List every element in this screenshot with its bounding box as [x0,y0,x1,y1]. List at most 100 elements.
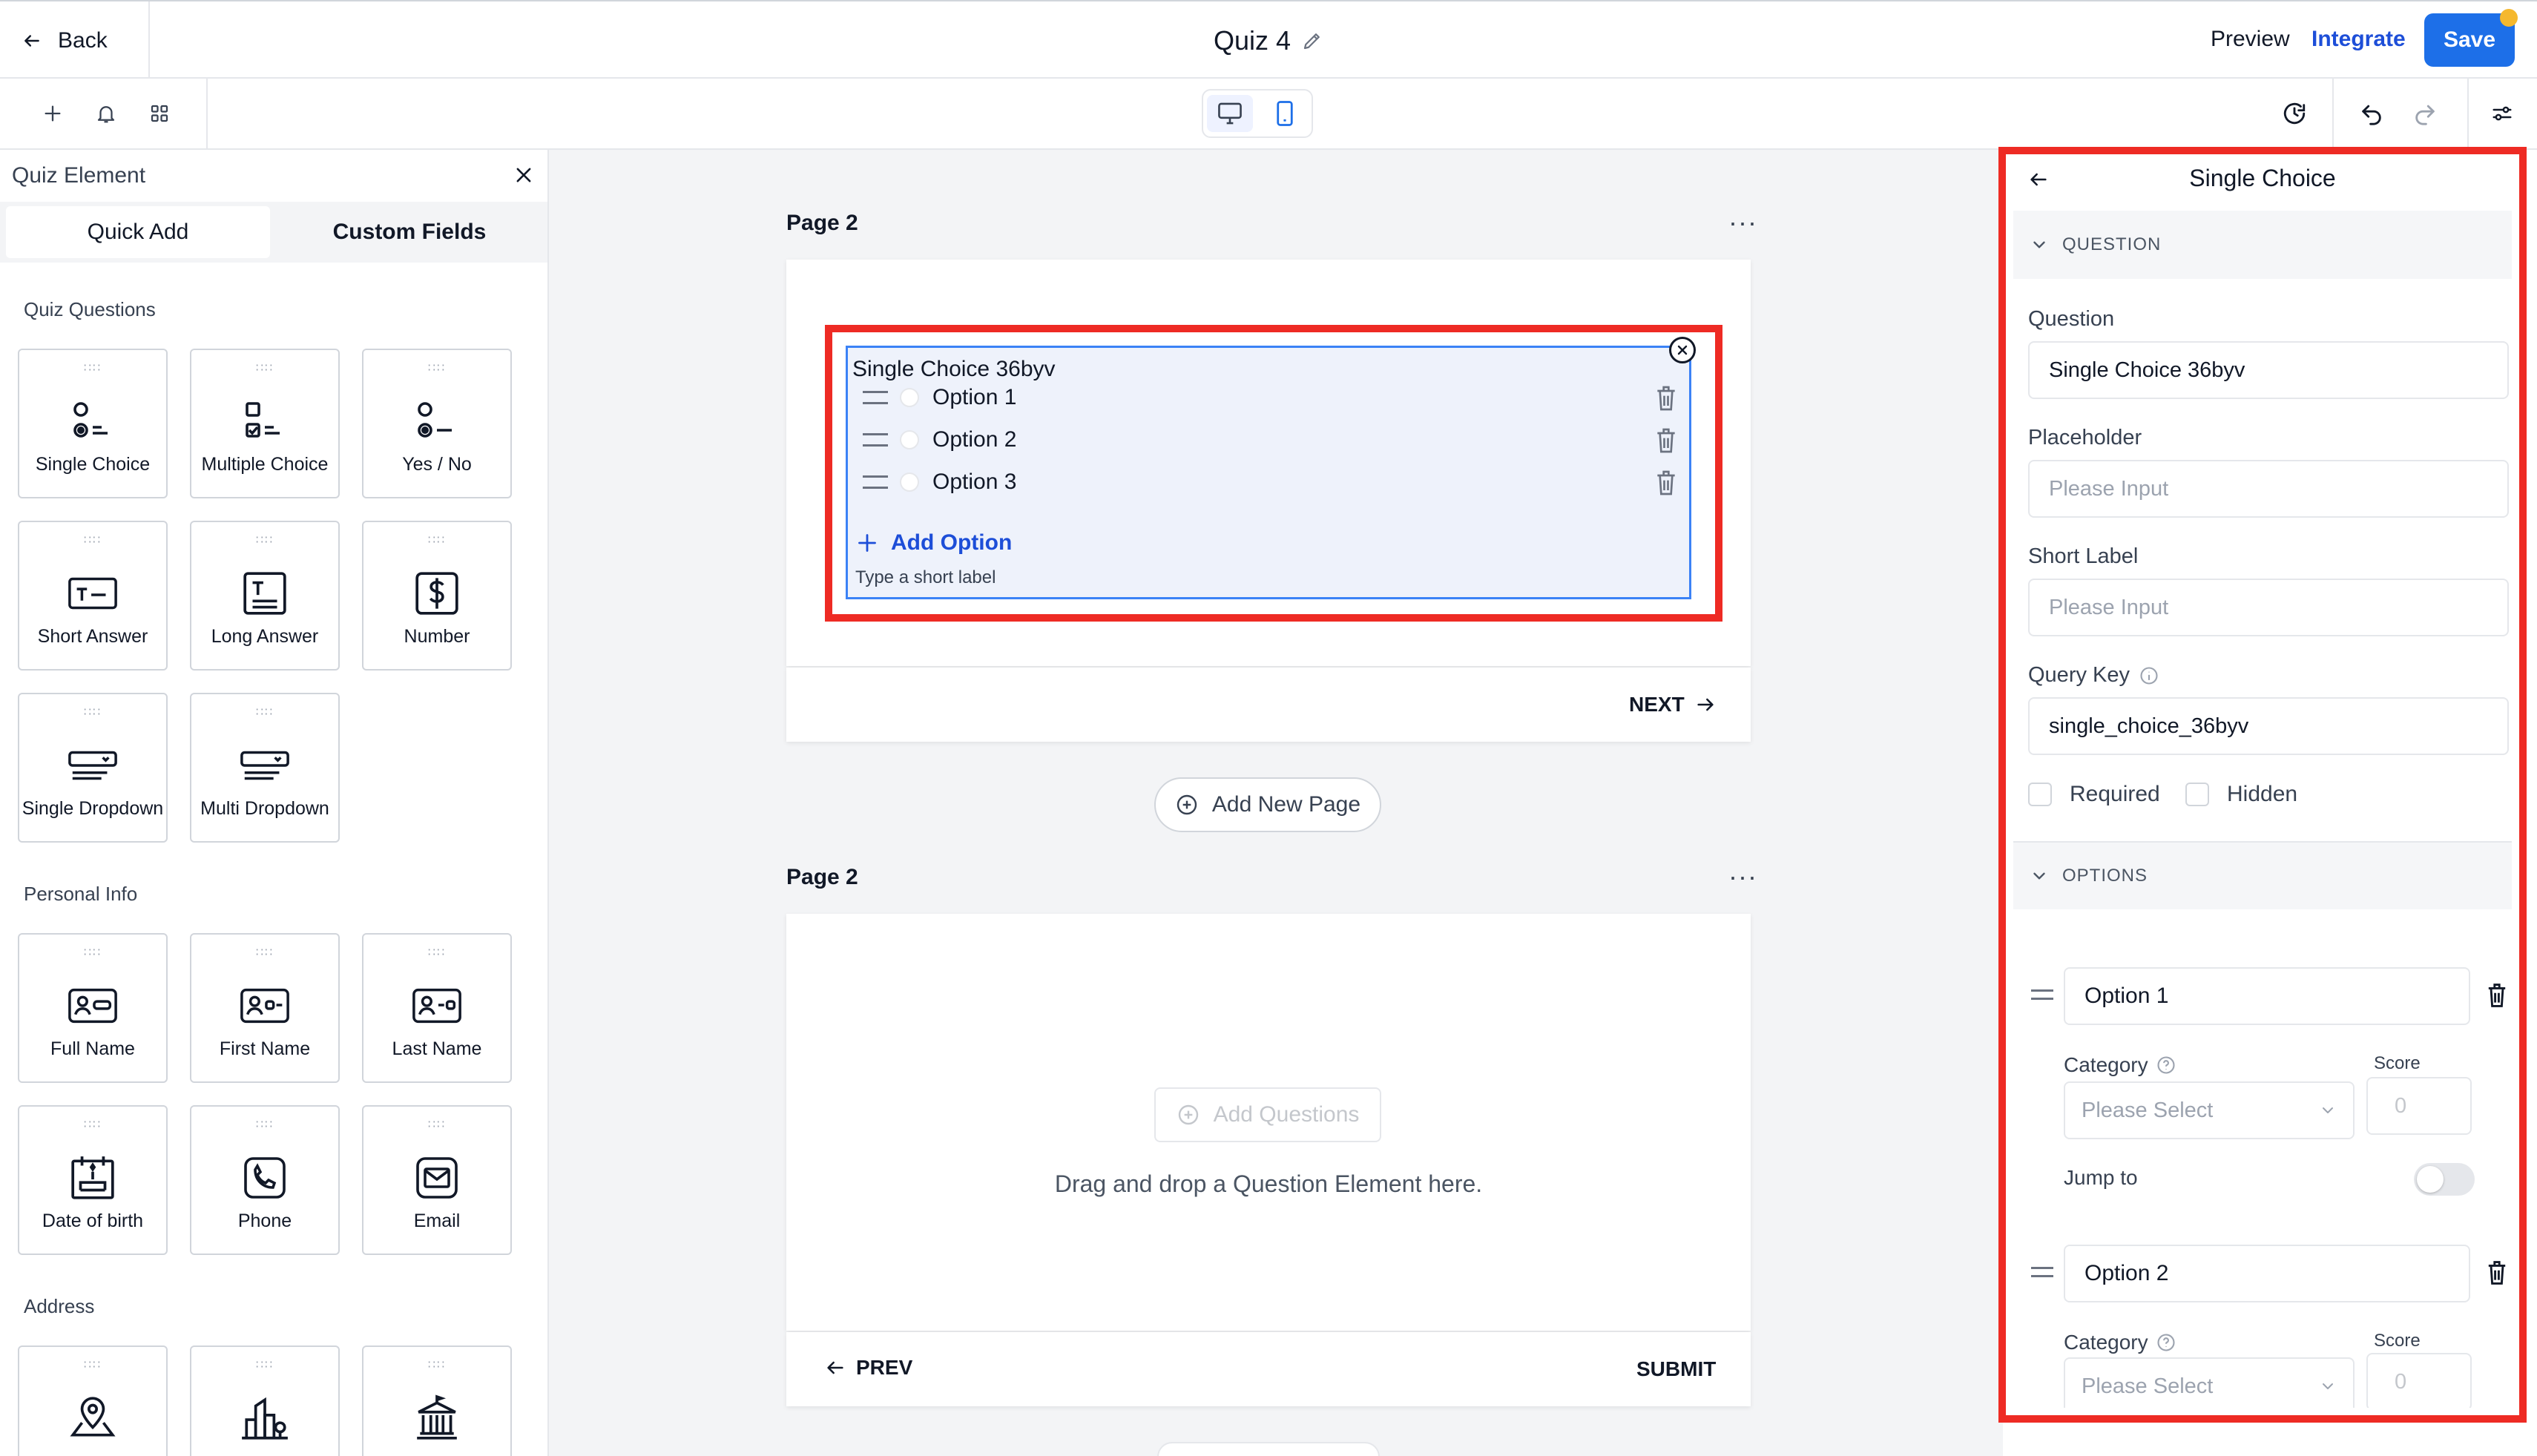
category-select[interactable]: Please Select [2064,1357,2355,1408]
close-icon[interactable] [1669,337,1696,363]
drag-handle-icon[interactable] [2031,1267,2053,1277]
drag-grip-icon: ∷∷ [255,1119,274,1131]
element-full-name[interactable]: ∷∷ Full Name [18,933,168,1083]
trash-icon[interactable] [1654,383,1679,413]
tab-quick-add[interactable]: Quick Add [6,206,270,258]
options-section-toggle[interactable]: OPTIONS [2013,841,2512,909]
question-block[interactable]: Single Choice 36byv Option 1 Option 2 Op… [846,346,1691,599]
checkbox[interactable] [2185,783,2209,806]
element-email[interactable]: ∷∷ Email [362,1105,512,1255]
hidden-checkbox[interactable]: Hidden [2185,782,2297,807]
chevron-down-icon [2323,1107,2333,1113]
mobile-icon[interactable] [1262,95,1308,132]
info-icon[interactable] [2139,665,2159,686]
checkbox[interactable] [2028,783,2052,806]
help-icon[interactable] [2156,1055,2176,1075]
element-multiple-choice[interactable]: ∷∷ Multiple Choice [190,349,340,498]
element-short-answer[interactable]: ∷∷ Short Answer [18,521,168,671]
element-number[interactable]: ∷∷ Number [362,521,512,671]
element-label: Last Name [392,1038,482,1059]
option-row[interactable]: Option 3 [863,464,1016,501]
element-label: Full Name [50,1038,135,1059]
element-city[interactable]: ∷∷ [190,1345,340,1456]
radio-button[interactable] [900,472,919,492]
radio-button[interactable] [900,388,919,407]
trash-icon[interactable] [2485,1258,2509,1288]
option-label[interactable]: Option 1 [932,385,1016,410]
undo-icon[interactable] [2355,96,2389,131]
required-checkbox[interactable]: Required [2028,782,2160,807]
option-input[interactable]: Option 1 [2064,967,2470,1025]
more-options-icon[interactable]: ··· [1728,209,1757,236]
short-label-input[interactable]: Type a short label [855,567,996,588]
plus-icon [858,534,876,552]
next-button[interactable]: NEXT [1629,693,1717,717]
trash-icon[interactable] [1654,468,1679,498]
jump-to-toggle[interactable] [2414,1163,2475,1196]
question-section-toggle[interactable]: QUESTION [2013,211,2512,279]
element-label: Multiple Choice [201,454,329,475]
category-select[interactable]: Please Select [2064,1081,2355,1139]
option-label[interactable]: Option 2 [932,427,1016,452]
element-first-name[interactable]: ∷∷ First Name [190,933,340,1083]
score-input[interactable]: 0 [2366,1077,2472,1135]
radio-button[interactable] [900,430,919,449]
add-questions-button[interactable]: Add Questions [1154,1087,1381,1142]
preview-button[interactable]: Preview [2211,27,2290,52]
element-last-name[interactable]: ∷∷ Last Name [362,933,512,1083]
notification-dot [2500,9,2518,27]
plus-icon[interactable] [36,96,70,131]
drag-handle-icon[interactable] [2031,989,2053,1000]
trash-icon[interactable] [1654,426,1679,455]
desktop-icon[interactable] [1207,95,1253,132]
element-yes-no[interactable]: ∷∷ Yes / No [362,349,512,498]
pencil-icon[interactable] [1301,30,1323,52]
element-phone[interactable]: ∷∷ Phone [190,1105,340,1255]
question-input[interactable]: Single Choice 36byv [2028,341,2509,399]
query-key-input[interactable]: single_choice_36byv [2028,697,2509,755]
phone-icon [191,1148,338,1208]
query-key-label-row: Query Key [2028,663,2159,688]
element-label: Number [404,626,470,647]
add-new-page-button[interactable]: Add New Page [1154,777,1381,832]
element-state[interactable]: ∷∷ [362,1345,512,1456]
integrate-button[interactable]: Integrate [2311,27,2406,52]
drag-handle-icon[interactable] [863,475,888,489]
score-input[interactable]: 0 [2366,1353,2472,1408]
redo-icon[interactable] [2408,96,2442,131]
add-new-page-button[interactable] [1157,1442,1380,1456]
element-long-answer[interactable]: ∷∷ Long Answer [190,521,340,671]
grid-icon[interactable] [142,96,177,131]
bell-icon[interactable] [89,96,123,131]
element-single-dropdown[interactable]: ∷∷ Single Dropdown [18,693,168,843]
option-row[interactable]: Option 1 [863,379,1016,416]
add-option-button[interactable]: Add Option [857,530,1012,556]
drag-handle-icon[interactable] [863,391,888,404]
element-multi-dropdown[interactable]: ∷∷ Multi Dropdown [190,693,340,843]
field-label: Placeholder [2028,426,2142,449]
option-row[interactable]: Option 2 [863,421,1016,458]
trash-icon[interactable] [2485,981,2509,1010]
submit-button[interactable]: SUBMIT [1636,1357,1716,1381]
option-label[interactable]: Option 3 [932,470,1016,495]
prev-button[interactable]: PREV [823,1356,912,1380]
tab-custom-fields[interactable]: Custom Fields [277,206,542,258]
element-address[interactable]: ∷∷ [18,1345,168,1456]
quiz-title[interactable]: Quiz 4 [1214,25,1291,56]
settings-sliders-icon[interactable] [2485,96,2519,131]
short-label-input[interactable]: Please Input [2028,579,2509,636]
element-single-choice[interactable]: ∷∷ Single Choice [18,349,168,498]
page-footer [786,668,1751,742]
option-input[interactable]: Option 2 [2064,1245,2470,1302]
drag-grip-icon: ∷∷ [427,1359,447,1371]
more-options-icon[interactable]: ··· [1728,863,1757,890]
help-icon[interactable] [2156,1332,2176,1353]
close-icon[interactable] [509,160,539,190]
question-title[interactable]: Single Choice 36byv [852,357,1056,382]
history-icon[interactable] [2277,96,2311,131]
drag-handle-icon[interactable] [863,433,888,447]
element-date-of-birth[interactable]: ∷∷ Date of birth [18,1105,168,1255]
element-label: Short Answer [37,626,148,647]
placeholder-input[interactable]: Please Input [2028,460,2509,518]
yes-no-icon [363,392,510,451]
